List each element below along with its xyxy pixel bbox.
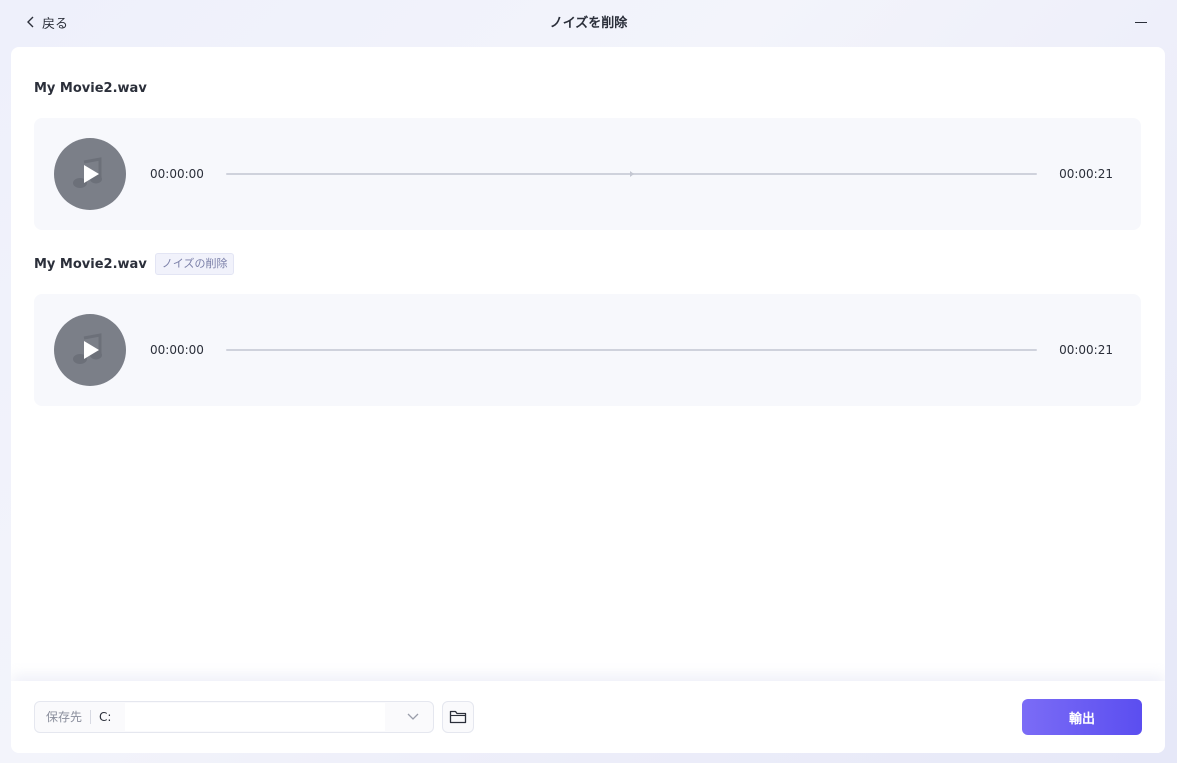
browse-folder-button[interactable] bbox=[442, 701, 474, 733]
original-duration: 00:00:21 bbox=[1059, 167, 1113, 181]
path-redaction bbox=[125, 703, 385, 731]
processed-file-title: My Movie2.wav ノイズの削除 bbox=[34, 252, 235, 276]
processed-duration: 00:00:21 bbox=[1059, 343, 1113, 357]
save-location-dropdown[interactable]: 保存先 C: bbox=[34, 701, 434, 733]
export-button[interactable]: 輸出 bbox=[1022, 699, 1142, 735]
processed-audio-player: 00:00:00 00:00:21 bbox=[34, 294, 1141, 406]
footer-bar: 保存先 C: 輸出 bbox=[11, 681, 1165, 753]
processed-seek-bar[interactable] bbox=[226, 349, 1037, 351]
folder-icon bbox=[449, 710, 467, 724]
title-bar: 戻る ノイズを削除 bbox=[0, 0, 1177, 44]
original-audio-player: 00:00:00 00:00:21 bbox=[34, 118, 1141, 230]
processed-play-button[interactable] bbox=[54, 314, 126, 386]
chevron-down-icon bbox=[407, 713, 419, 720]
page-title: ノイズを削除 bbox=[549, 16, 628, 31]
original-file-title: My Movie2.wav bbox=[34, 76, 147, 100]
main-panel: My Movie2.wav 00:00:00 00:00:21 My Movie… bbox=[11, 47, 1165, 753]
original-current-time: 00:00:00 bbox=[150, 167, 204, 181]
original-seek-bar[interactable] bbox=[226, 171, 1037, 177]
playhead-marker-icon bbox=[630, 171, 634, 177]
processed-current-time: 00:00:00 bbox=[150, 343, 204, 357]
original-play-button[interactable] bbox=[54, 138, 126, 210]
play-icon bbox=[84, 165, 99, 183]
save-location-label: 保存先 bbox=[35, 710, 92, 724]
processed-file-name: My Movie2.wav bbox=[34, 256, 147, 272]
original-file-name: My Movie2.wav bbox=[34, 80, 147, 96]
minimize-button[interactable] bbox=[1133, 14, 1147, 28]
noise-removal-tag: ノイズの削除 bbox=[154, 253, 235, 275]
play-icon bbox=[84, 341, 99, 359]
